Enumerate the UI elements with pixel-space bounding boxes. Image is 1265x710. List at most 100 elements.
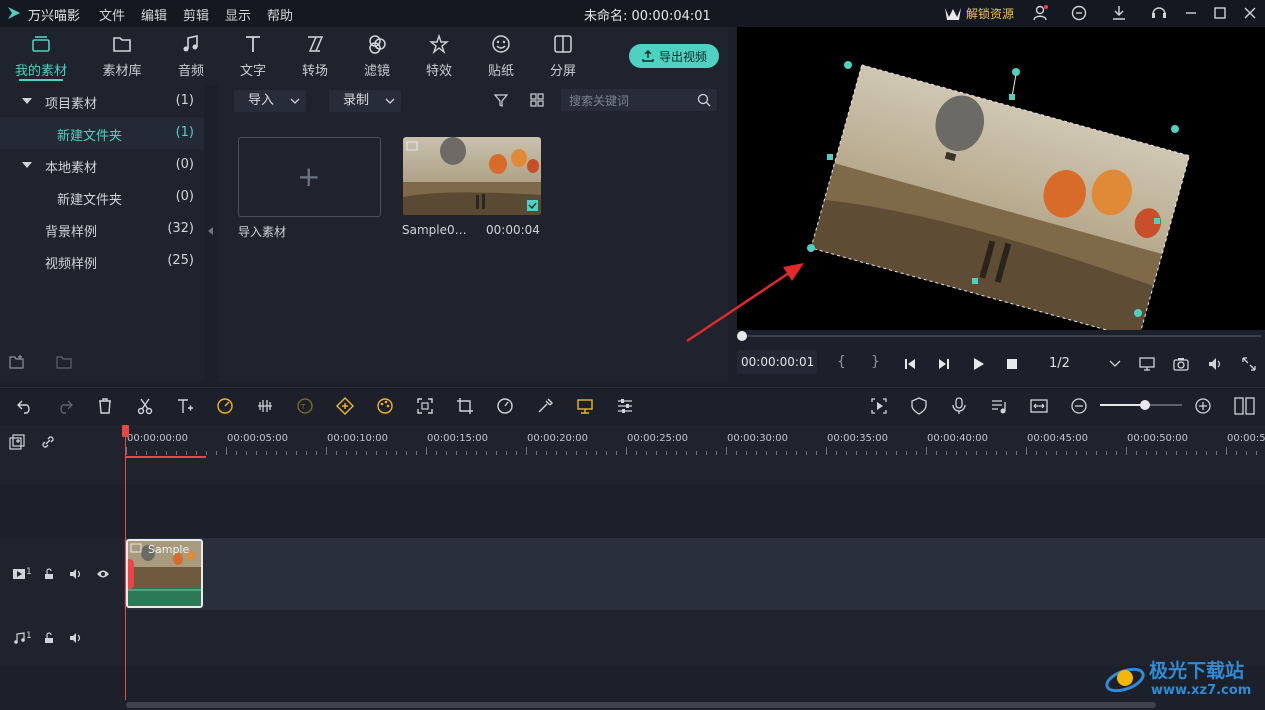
mark-in-icon[interactable]: {	[837, 354, 846, 370]
add-track-icon[interactable]	[9, 434, 25, 450]
preview-seekbar[interactable]	[737, 330, 1265, 342]
zoom-slider-handle[interactable]	[1140, 400, 1151, 410]
eye-icon[interactable]	[96, 569, 110, 579]
preview-canvas[interactable]	[737, 27, 1265, 330]
search-input[interactable]: 搜索关键词	[561, 89, 717, 111]
panel-splitter[interactable]	[204, 85, 218, 382]
playhead[interactable]	[125, 425, 126, 700]
step-back-icon[interactable]	[903, 357, 917, 371]
keyframe-icon[interactable]	[336, 397, 354, 415]
snapshot-camera-icon[interactable]	[1173, 356, 1189, 372]
fit-timeline-icon[interactable]	[1030, 397, 1048, 415]
menu-view[interactable]: 显示	[225, 5, 251, 24]
collapse-arrow-icon[interactable]	[208, 227, 214, 235]
redo-icon[interactable]	[56, 397, 74, 415]
play-icon[interactable]	[971, 357, 985, 371]
menu-clip[interactable]: 剪辑	[183, 5, 209, 24]
color-picker-icon[interactable]	[536, 397, 554, 415]
tree-item-video-samples[interactable]: 视频样例 (25)	[0, 245, 204, 277]
stop-icon[interactable]	[1005, 357, 1019, 371]
add-text-icon[interactable]	[176, 397, 194, 415]
support-icon[interactable]	[1150, 4, 1168, 22]
record-dropdown[interactable]: 录制	[329, 90, 401, 112]
tree-item-local-media[interactable]: 本地素材 (0)	[0, 149, 204, 181]
menu-edit[interactable]: 编辑	[141, 5, 167, 24]
zoom-slider-track[interactable]	[1100, 400, 1182, 410]
expand-arrow-icon[interactable]	[22, 162, 32, 168]
speed-gauge-icon[interactable]	[496, 397, 514, 415]
display-icon[interactable]	[1139, 356, 1155, 372]
tree-item-new-folder-2[interactable]: 新建文件夹 (0)	[0, 181, 204, 213]
maximize-icon[interactable]	[1211, 4, 1229, 22]
import-media-tile[interactable]: +	[238, 137, 381, 217]
crop-icon[interactable]	[456, 397, 474, 415]
marker-shield-icon[interactable]	[910, 397, 928, 415]
speaker-icon[interactable]	[69, 632, 83, 644]
tree-item-background-samples[interactable]: 背景样例 (32)	[0, 213, 204, 245]
audio-mixer-icon[interactable]	[990, 397, 1008, 415]
timeline-ruler[interactable]: 00:00:00:00 00:00:05:00 00:00:10:00 00:0…	[0, 425, 1265, 460]
seekbar-handle[interactable]	[737, 331, 747, 341]
undo-icon[interactable]	[16, 397, 34, 415]
close-icon[interactable]	[1241, 4, 1259, 22]
adjust-sliders-icon[interactable]	[616, 397, 634, 415]
speaker-icon[interactable]	[69, 568, 83, 580]
audio-track-1[interactable]: 1	[0, 610, 1265, 666]
microphone-icon[interactable]	[950, 397, 968, 415]
unlock-resources-button[interactable]: 解锁资源	[944, 4, 1014, 22]
fullscreen-icon[interactable]	[1241, 356, 1257, 372]
timeline-video-clip[interactable]: Sample	[126, 539, 203, 608]
tab-split-screen[interactable]: 分屏	[533, 33, 593, 83]
search-icon[interactable]	[697, 93, 711, 107]
zoom-in-icon[interactable]	[1194, 397, 1212, 415]
clip-trim-handle[interactable]	[128, 559, 134, 589]
chevron-down-icon[interactable]	[1109, 360, 1121, 368]
expand-arrow-icon[interactable]	[22, 98, 32, 104]
tab-media-library[interactable]: 素材库	[92, 33, 152, 83]
delete-icon[interactable]	[96, 397, 114, 415]
volume-icon[interactable]	[1207, 356, 1223, 372]
panel-layout-icon[interactable]	[1234, 397, 1256, 415]
focus-frame-icon[interactable]	[416, 397, 434, 415]
unlock-icon[interactable]	[43, 632, 55, 644]
zoom-out-icon[interactable]	[1070, 397, 1088, 415]
mark-out-icon[interactable]: }	[871, 354, 880, 370]
export-video-button[interactable]: 导出视频	[629, 44, 719, 68]
video-preview[interactable]	[737, 27, 1265, 330]
media-clip-thumbnail[interactable]	[403, 137, 541, 215]
tab-effects[interactable]: 特效	[409, 33, 469, 83]
audio-split-icon[interactable]	[256, 397, 274, 415]
audio-track-header: 1	[0, 610, 124, 666]
color-palette-icon[interactable]	[376, 397, 394, 415]
grid-view-icon[interactable]	[530, 93, 544, 107]
green-screen-icon[interactable]	[576, 397, 594, 415]
tab-transition[interactable]: 转场	[285, 33, 345, 83]
scissors-icon[interactable]	[136, 397, 154, 415]
tab-my-media[interactable]: 我的素材	[11, 33, 71, 83]
tab-audio[interactable]: 音频	[161, 33, 221, 83]
menu-file[interactable]: 文件	[99, 5, 125, 24]
tab-text[interactable]: 文字	[223, 33, 283, 83]
tree-item-new-folder-1[interactable]: 新建文件夹 (1)	[0, 117, 204, 149]
render-preview-icon[interactable]	[870, 397, 888, 415]
ai-portrait-icon[interactable]: T	[296, 397, 314, 415]
download-icon[interactable]	[1110, 4, 1128, 22]
tab-sticker[interactable]: 贴纸	[471, 33, 531, 83]
folder-outline-icon[interactable]	[56, 354, 72, 370]
timeline-horizontal-scrollbar[interactable]	[126, 702, 1156, 708]
feedback-icon[interactable]	[1070, 4, 1088, 22]
account-icon[interactable]	[1031, 4, 1049, 22]
tab-filter[interactable]: 滤镜	[347, 33, 407, 83]
step-forward-icon[interactable]	[937, 357, 951, 371]
minimize-icon[interactable]	[1182, 4, 1200, 22]
new-folder-icon[interactable]	[9, 354, 25, 370]
link-icon[interactable]	[40, 434, 56, 450]
ruler-label: 00:00:35:00	[827, 433, 889, 444]
unlock-icon[interactable]	[43, 568, 55, 580]
filter-funnel-icon[interactable]	[494, 93, 508, 107]
speed-ramp-icon[interactable]	[216, 397, 234, 415]
import-dropdown[interactable]: 导入	[234, 90, 306, 112]
quality-selector[interactable]: 1/2	[1049, 356, 1070, 371]
menu-help[interactable]: 帮助	[267, 5, 293, 24]
tree-item-project-media[interactable]: 项目素材 (1)	[0, 85, 204, 117]
